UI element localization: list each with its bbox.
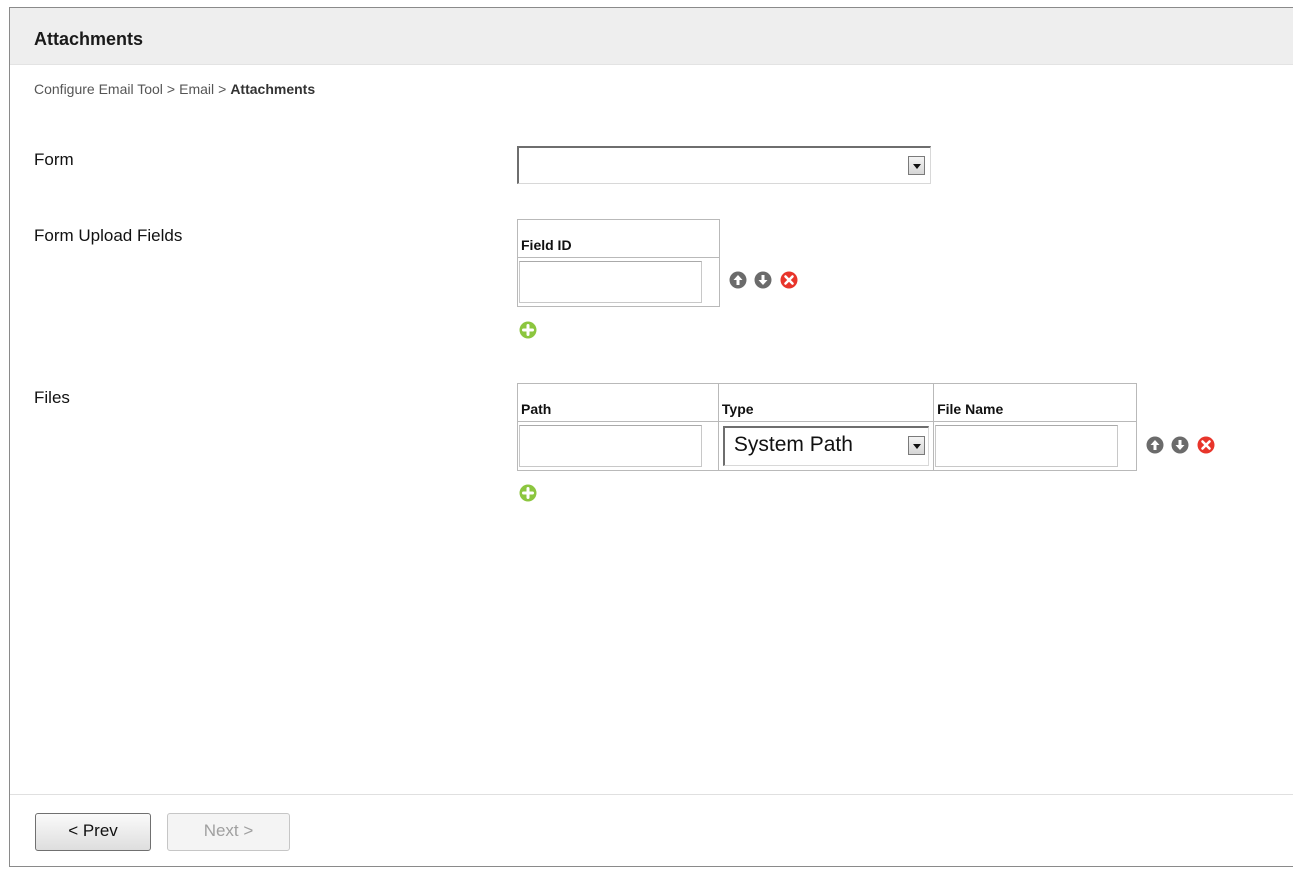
page-title: Attachments	[34, 29, 144, 49]
next-button[interactable]: Next >	[167, 813, 290, 851]
column-header-field-id: Field ID	[517, 219, 720, 258]
files-label: Files	[34, 388, 70, 407]
column-header-file-name: File Name	[933, 383, 1137, 422]
add-upload-field-icon[interactable]	[519, 321, 537, 339]
move-up-icon[interactable]	[1146, 436, 1164, 454]
form-label: Form	[34, 150, 74, 169]
table-row: System Path	[517, 421, 1137, 471]
panel-header: Attachments	[10, 8, 1293, 65]
remove-icon[interactable]	[1197, 436, 1215, 454]
form-upload-fields-label: Form Upload Fields	[34, 226, 183, 245]
table-row	[517, 257, 720, 307]
breadcrumb-item-configure-email-tool[interactable]: Configure Email Tool	[34, 81, 163, 97]
remove-icon[interactable]	[780, 271, 798, 289]
add-file-icon[interactable]	[519, 484, 537, 502]
prev-button[interactable]: < Prev	[35, 813, 151, 851]
files-table: Path Type File Name System Path	[517, 383, 1137, 471]
path-input[interactable]	[519, 425, 702, 467]
type-select-value: System Path	[733, 433, 853, 456]
type-select[interactable]: System Path	[722, 426, 930, 466]
file-name-input[interactable]	[935, 425, 1119, 467]
breadcrumb-separator: >	[166, 81, 176, 97]
move-down-icon[interactable]	[1171, 436, 1189, 454]
move-down-icon[interactable]	[754, 271, 772, 289]
form-select[interactable]	[517, 146, 931, 184]
chevron-down-icon[interactable]	[908, 436, 926, 455]
wizard-panel: Attachments Configure Email Tool > Email > A…	[9, 7, 1293, 867]
breadcrumb-item-email[interactable]: Email	[179, 81, 214, 97]
footer-divider	[10, 794, 1293, 795]
move-up-icon[interactable]	[729, 271, 747, 289]
column-header-path: Path	[517, 383, 719, 422]
upload-fields-table: Field ID	[517, 219, 720, 307]
breadcrumb-separator: >	[218, 81, 227, 97]
breadcrumb-current: Attachments	[230, 81, 316, 97]
chevron-down-icon[interactable]	[908, 156, 925, 175]
field-id-input[interactable]	[519, 261, 702, 303]
breadcrumb: Configure Email Tool > Email > Attachments	[34, 81, 315, 97]
column-header-type: Type	[717, 383, 935, 422]
